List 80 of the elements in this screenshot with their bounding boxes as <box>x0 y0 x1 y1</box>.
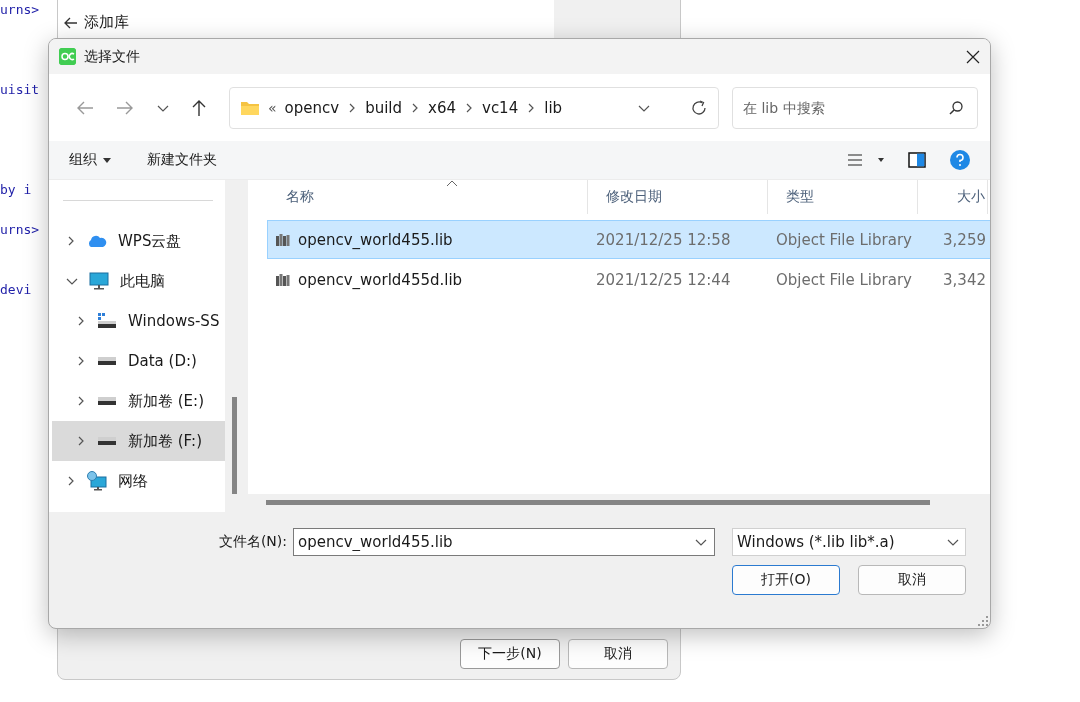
column-header[interactable]: 名称 <box>268 180 588 214</box>
app-logo-icon <box>59 48 76 65</box>
open-button[interactable]: 打开(O) <box>732 565 840 595</box>
code-line: by i <box>0 181 32 199</box>
column-header[interactable]: 修改日期 <box>588 180 768 214</box>
library-file-icon <box>276 273 290 286</box>
sidebar-item[interactable]: 网络 <box>52 461 225 501</box>
column-header[interactable]: 大小 <box>918 180 988 214</box>
scrollbar-thumb[interactable] <box>232 397 237 494</box>
expand-chevron-icon[interactable] <box>76 436 86 446</box>
drive-icon <box>97 396 117 406</box>
file-type-dropdown[interactable]: Windows (*.lib lib*.a) <box>732 528 966 556</box>
file-name: opencv_world455.lib <box>298 230 453 249</box>
file-row[interactable]: opencv_world455d.lib 2021/12/25 12:44 Object File Library 3,342 <box>267 260 990 299</box>
network-icon <box>87 471 107 491</box>
scrollbar-thumb[interactable] <box>266 500 930 505</box>
expand-chevron-icon[interactable] <box>66 476 76 486</box>
sort-caret-icon <box>446 180 458 187</box>
caret-icon <box>103 157 111 163</box>
dialog-title: 选择文件 <box>84 47 141 66</box>
table-cell-text: 2021/12/25 12:58 <box>595 229 732 251</box>
overflow-marker[interactable]: « <box>268 99 277 116</box>
close-icon[interactable] <box>966 49 980 64</box>
view-options-icon[interactable] <box>848 154 884 166</box>
breadcrumb-chevron-icon[interactable] <box>464 102 474 113</box>
wizard-title: 添加库 <box>84 13 129 32</box>
breadcrumb[interactable]: build <box>365 98 403 117</box>
table-cell-text: 3,259 <box>942 229 987 251</box>
expand-chevron-icon[interactable] <box>66 276 78 286</box>
cloud-icon <box>87 234 107 248</box>
expand-chevron-icon[interactable] <box>76 396 86 406</box>
library-file-icon <box>276 233 290 246</box>
resize-grip-icon[interactable] <box>978 616 988 626</box>
next-button[interactable]: 下一步(N) <box>460 639 560 669</box>
column-header[interactable]: 类型 <box>768 180 918 214</box>
table-cell-text: Object File Library <box>775 269 913 291</box>
dropdown-chevron-icon[interactable] <box>947 537 959 547</box>
sidebar-item[interactable]: Data (D:) <box>52 341 225 381</box>
preview-pane-icon[interactable] <box>908 152 926 168</box>
sidebar-item[interactable]: Windows-SS <box>52 301 225 341</box>
dropdown-chevron-icon[interactable] <box>695 537 707 547</box>
search-field[interactable]: 在 lib 中搜索 <box>732 86 978 129</box>
breadcrumb[interactable]: opencv <box>284 98 340 117</box>
sidebar-item[interactable]: WPS云盘 <box>52 221 225 261</box>
expand-chevron-icon[interactable] <box>76 316 86 326</box>
expand-chevron-icon[interactable] <box>66 236 76 246</box>
code-line: devi <box>0 281 32 299</box>
sidebar-item[interactable]: 新加卷 (F:) <box>52 421 225 461</box>
drive-icon <box>97 356 117 366</box>
breadcrumb[interactable]: vc14 <box>482 98 519 117</box>
file-name-field[interactable]: opencv_world455.lib <box>293 528 715 556</box>
cancel-button[interactable]: 取消 <box>568 639 668 669</box>
code-line: urns> <box>0 1 40 19</box>
breadcrumb[interactable]: lib <box>544 98 563 117</box>
cancel-button[interactable]: 取消 <box>858 565 966 595</box>
sidebar-item[interactable]: 此电脑 <box>52 261 225 301</box>
search-icon <box>948 99 964 116</box>
help-icon[interactable] <box>950 150 970 170</box>
up-arrow-icon[interactable] <box>191 98 207 117</box>
code-line: uisit <box>0 81 40 99</box>
refresh-icon[interactable] <box>690 98 708 117</box>
drive-icon <box>97 436 117 446</box>
expand-chevron-icon[interactable] <box>76 356 86 366</box>
breadcrumb[interactable]: x64 <box>428 98 456 117</box>
folder-icon <box>240 99 260 116</box>
file-row[interactable]: opencv_world455.lib 2021/12/25 12:58 Object File Library 3,259 <box>267 220 990 259</box>
table-cell-text: 2021/12/25 12:44 <box>595 269 732 291</box>
sidebar-item[interactable]: 新加卷 (E:) <box>52 381 225 421</box>
new-folder-button[interactable]: 新建文件夹 <box>147 151 217 169</box>
monitor-icon <box>89 272 109 290</box>
code-line: urns> <box>0 221 40 239</box>
table-cell-text: Object File Library <box>775 229 913 251</box>
drive-icon <box>97 313 117 329</box>
table-cell-text: 3,342 <box>942 269 987 291</box>
file-name: opencv_world455d.lib <box>298 270 463 289</box>
address-bar[interactable]: « opencv build x64 vc14 lib <box>229 86 719 129</box>
organize-menu[interactable]: 组织 <box>69 151 111 169</box>
file-name-label: 文件名(N): <box>218 533 287 551</box>
back-arrow-icon[interactable] <box>64 16 78 29</box>
forward-arrow-icon[interactable] <box>116 99 134 116</box>
